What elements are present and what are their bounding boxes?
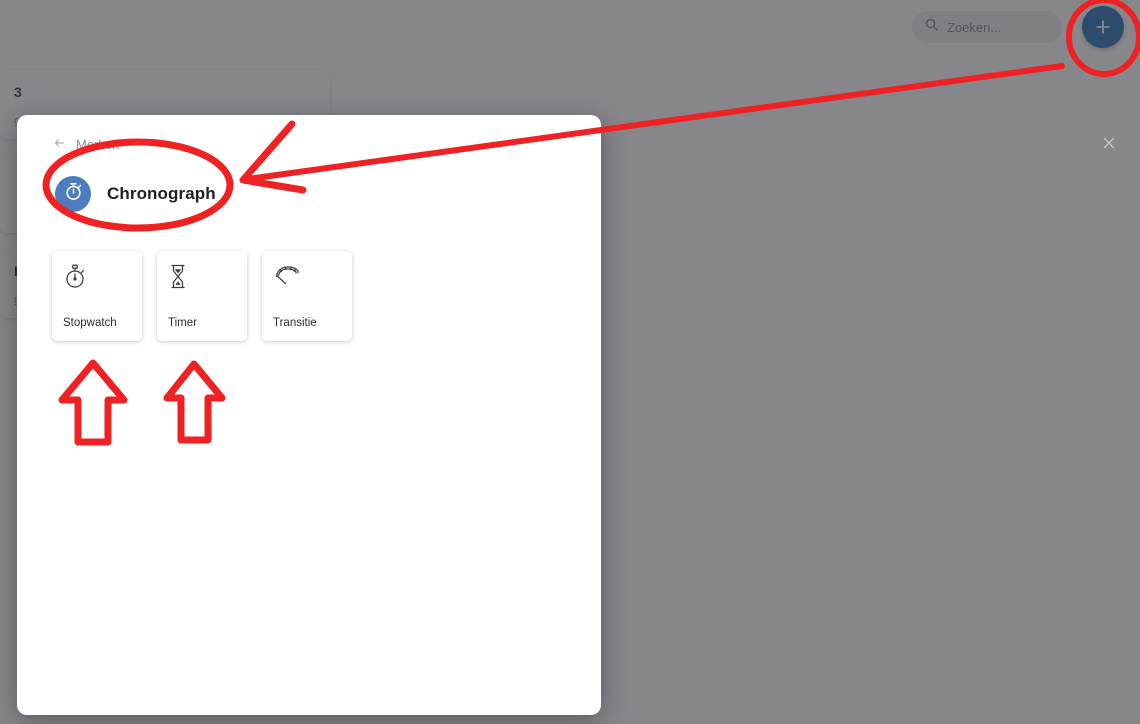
stopwatch-icon <box>63 263 131 293</box>
page-title: Chronograph <box>107 184 216 203</box>
option-card-label: Stopwatch <box>63 317 117 329</box>
option-card-grid: Stopwatch Timer Transitie <box>52 251 352 341</box>
close-button[interactable] <box>1098 133 1120 155</box>
close-icon <box>1101 135 1117 154</box>
back-link[interactable]: Merken <box>52 137 119 152</box>
option-card-label: Transitie <box>273 317 317 329</box>
avatar <box>55 176 91 212</box>
back-link-label: Merken <box>76 137 120 152</box>
option-card-transitie[interactable]: Transitie <box>262 251 352 341</box>
stopwatch-icon <box>63 181 84 207</box>
option-card-label: Timer <box>168 317 197 329</box>
option-card-stopwatch[interactable]: Stopwatch <box>52 251 142 341</box>
hourglass-icon <box>168 263 236 293</box>
dialog-header: Chronograph <box>55 176 216 212</box>
arrow-left-icon <box>52 137 67 152</box>
gauge-icon <box>273 263 341 293</box>
option-card-timer[interactable]: Timer <box>157 251 247 341</box>
